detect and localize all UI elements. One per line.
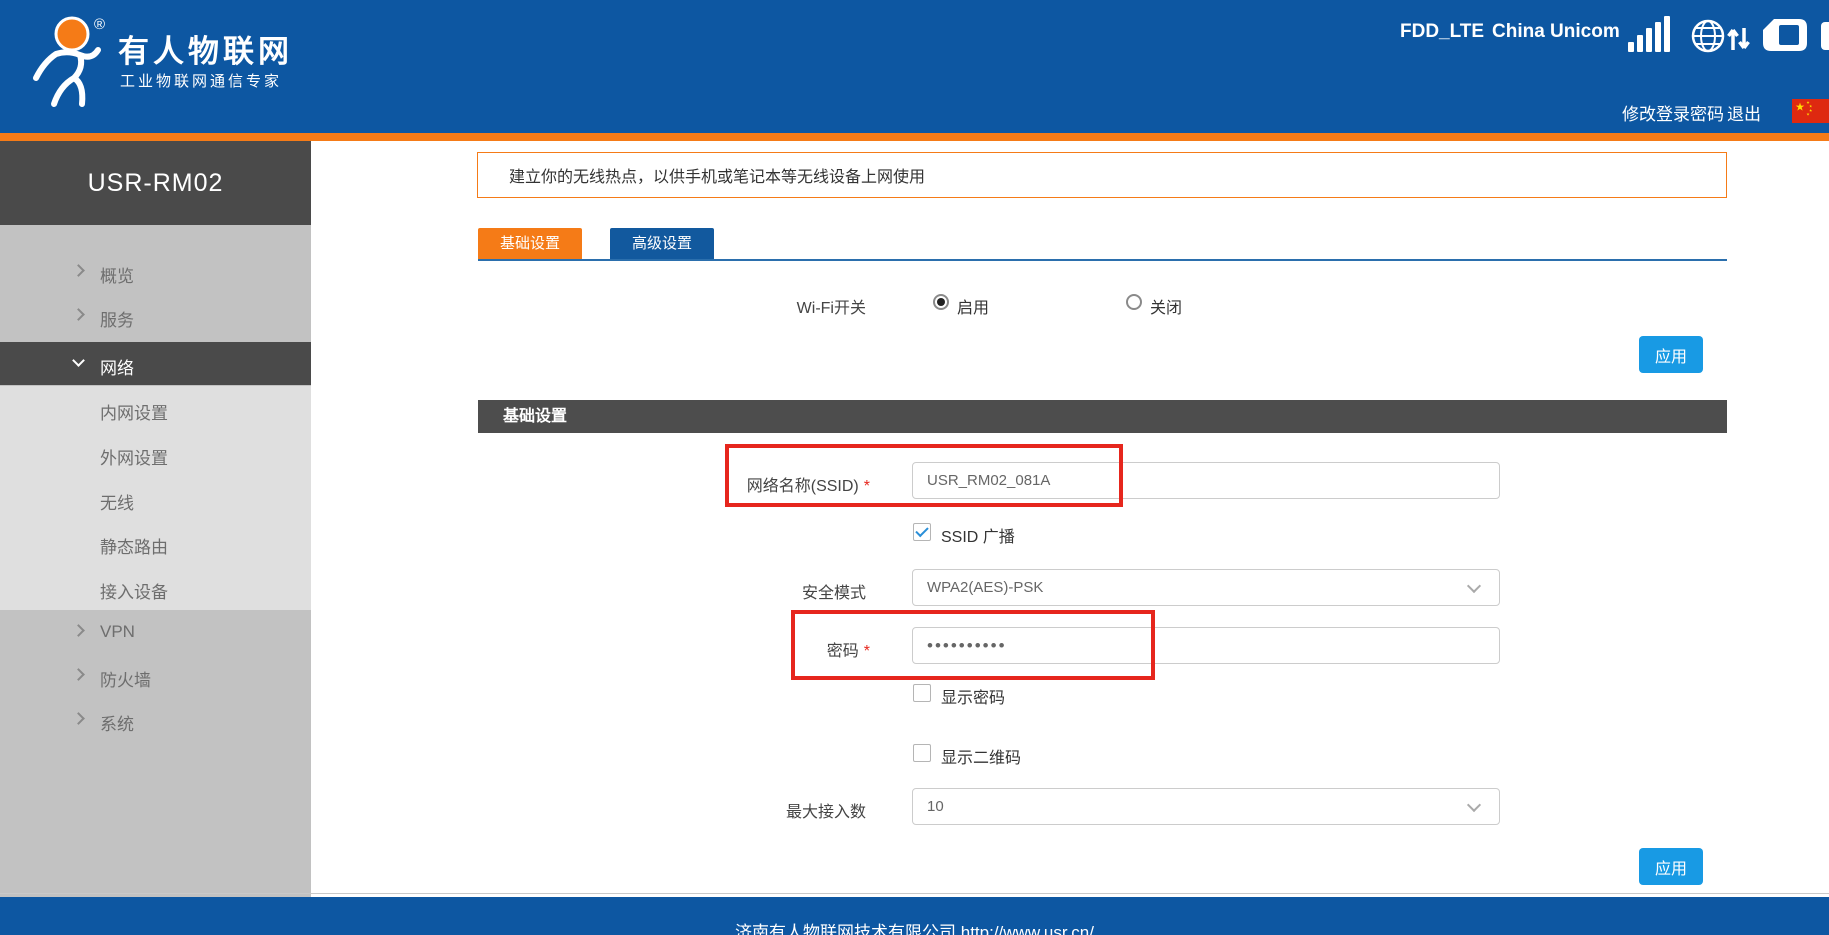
chevron-right-icon xyxy=(72,668,85,681)
registered-trademark: ® xyxy=(94,16,105,33)
logout-link[interactable]: 退出 xyxy=(1727,100,1761,125)
chevron-down-icon xyxy=(1467,798,1481,812)
china-flag-icon[interactable] xyxy=(1792,99,1829,123)
sidebar-item-lan-settings[interactable]: 内网设置 xyxy=(0,386,311,431)
security-mode-label: 安全模式 xyxy=(596,579,866,603)
globe-traffic-icon xyxy=(1690,16,1754,56)
ssid-input[interactable] xyxy=(912,462,1500,499)
apply-button-bottom[interactable]: 应用 xyxy=(1639,848,1703,885)
page-footer: 济南有人物联网技术有限公司 http://www.usr.cn/ xyxy=(0,897,1829,935)
password-input[interactable] xyxy=(912,627,1500,664)
required-asterisk: * xyxy=(864,643,870,660)
chevron-down-icon xyxy=(1467,579,1481,593)
wifi-off-label[interactable]: 关闭 xyxy=(1150,294,1182,318)
chevron-right-icon xyxy=(72,624,85,637)
top-header: ® 有人物联网 工业物联网通信专家 FDD_LTE China Unicom 修… xyxy=(0,0,1829,133)
max-clients-label: 最大接入数 xyxy=(596,798,866,822)
brand-title: 有人物联网 xyxy=(118,26,293,71)
required-asterisk: * xyxy=(864,478,870,495)
show-password-checkbox[interactable] xyxy=(913,684,931,702)
sidebar-item-connected-devices[interactable]: 接入设备 xyxy=(0,565,311,610)
tab-advanced-settings[interactable]: 高级设置 xyxy=(610,228,714,259)
tab-basic-settings[interactable]: 基础设置 xyxy=(478,228,582,259)
ssid-broadcast-checkbox[interactable] xyxy=(913,523,931,541)
chevron-down-icon xyxy=(72,354,85,367)
change-password-link[interactable]: 修改登录密码 xyxy=(1622,100,1724,125)
footer-divider xyxy=(0,893,1829,894)
sidebar-item-overview[interactable]: 概览 xyxy=(0,250,311,294)
sidebar-item-vpn[interactable]: VPN xyxy=(0,610,311,654)
signal-bars-icon xyxy=(1628,16,1670,52)
sidebar-item-static-routes[interactable]: 静态路由 xyxy=(0,520,311,565)
footer-company-text: 济南有人物联网技术有限公司 http://www.usr.cn/ xyxy=(735,923,1094,935)
sidebar-nav: USR-RM02 概览 服务 网络 内网设置 外网设置 无线 静态路由 xyxy=(0,141,311,897)
network-type-label: FDD_LTE xyxy=(1400,21,1484,43)
sim-card-icon xyxy=(1762,18,1808,52)
show-password-label[interactable]: 显示密码 xyxy=(941,684,1005,708)
ssid-broadcast-label[interactable]: SSID 广播 xyxy=(941,523,1015,547)
security-mode-select[interactable]: WPA2(AES)-PSK xyxy=(912,569,1500,606)
brand-subtitle: 工业物联网通信专家 xyxy=(120,70,282,91)
device-name-title: USR-RM02 xyxy=(0,141,311,225)
wifi-on-radio[interactable] xyxy=(933,294,949,310)
max-clients-select[interactable]: 10 xyxy=(912,788,1500,825)
sidebar-item-services[interactable]: 服务 xyxy=(0,294,311,338)
chevron-right-icon xyxy=(72,308,85,321)
sidebar-item-wireless[interactable]: 无线 xyxy=(0,476,311,521)
accent-divider-bar xyxy=(0,133,1829,141)
page-description: 建立你的无线热点，以供手机或笔记本等无线设备上网使用 xyxy=(509,163,925,187)
chevron-right-icon xyxy=(72,264,85,277)
network-submenu: 内网设置 外网设置 无线 静态路由 接入设备 xyxy=(0,386,311,610)
password-label: 密码* xyxy=(600,637,870,661)
sidebar-item-system[interactable]: 系统 xyxy=(0,698,311,742)
wifi-on-label[interactable]: 启用 xyxy=(957,294,989,318)
router-admin-screen: ® 有人物联网 工业物联网通信专家 FDD_LTE China Unicom 修… xyxy=(0,0,1829,935)
carrier-label: China Unicom xyxy=(1492,21,1620,43)
sidebar-item-wan-settings[interactable]: 外网设置 xyxy=(0,431,311,476)
chevron-right-icon xyxy=(72,712,85,725)
ssid-label: 网络名称(SSID)* xyxy=(600,472,870,496)
page-description-box: 建立你的无线热点，以供手机或笔记本等无线设备上网使用 xyxy=(477,152,1727,198)
cropped-edge-icon xyxy=(1821,22,1829,50)
apply-button-top[interactable]: 应用 xyxy=(1639,336,1703,373)
show-qrcode-checkbox[interactable] xyxy=(913,744,931,762)
wifi-off-radio[interactable] xyxy=(1126,294,1142,310)
sidebar-item-network[interactable]: 网络 xyxy=(0,342,311,385)
basic-settings-section-header: 基础设置 xyxy=(478,400,1727,433)
tab-underline xyxy=(478,259,1727,261)
sidebar-item-firewall[interactable]: 防火墙 xyxy=(0,654,311,698)
wifi-switch-label: Wi-Fi开关 xyxy=(596,294,866,318)
show-qrcode-label[interactable]: 显示二维码 xyxy=(941,744,1021,768)
